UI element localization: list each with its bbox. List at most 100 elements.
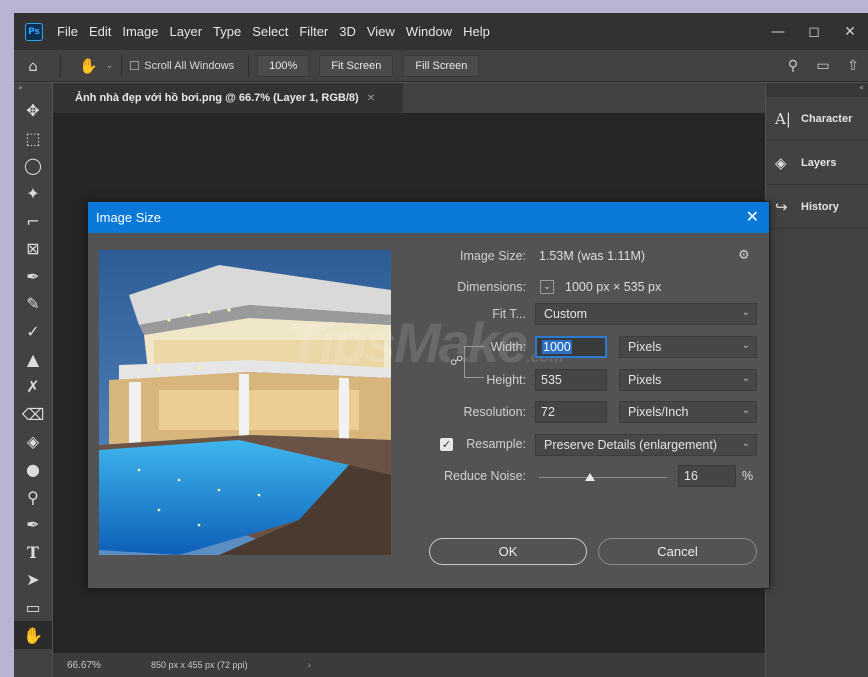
- resample-select[interactable]: Preserve Details (enlargement) ⌄: [535, 434, 757, 456]
- menu-select[interactable]: Select: [252, 24, 288, 39]
- menu-filter[interactable]: Filter: [299, 24, 328, 39]
- dialog-title-bar: Image Size: [88, 202, 769, 233]
- paint-bucket-tool-icon[interactable]: ◈: [14, 428, 52, 456]
- dimensions-unit-dropdown[interactable]: ⌄: [540, 280, 554, 294]
- lasso-tool-icon[interactable]: ◯: [14, 152, 52, 180]
- collapse-panels-icon[interactable]: «: [766, 83, 868, 97]
- fill-screen-button[interactable]: Fill Screen: [403, 54, 480, 77]
- close-window-icon[interactable]: ✕: [832, 13, 868, 50]
- chevron-down-icon: ⌄: [741, 405, 750, 416]
- divider: [60, 54, 61, 77]
- reduce-noise-label: Reduce Noise:: [444, 469, 526, 483]
- toolbox: » ✥ ⬚ ◯ ✦ ⌐ ⊠ ✒ ✎ ✓ ▲ ✗ ⌫ ◈ ● ⚲ ✒ T ➤ ▭ …: [14, 83, 52, 677]
- gear-icon[interactable]: ⚙: [738, 248, 750, 263]
- history-brush-tool-icon[interactable]: ✗: [14, 373, 52, 401]
- panel-character-label: Character: [801, 112, 853, 125]
- panel-history[interactable]: ↪ History: [766, 185, 868, 229]
- zoom-100-button[interactable]: 100%: [257, 54, 310, 77]
- layers-icon: ◈: [775, 154, 787, 172]
- image-preview[interactable]: [99, 250, 391, 555]
- chevron-down-icon: ⌄: [741, 340, 750, 351]
- menu-bar: Ps File Edit Image Layer Type Select Fil…: [14, 13, 868, 50]
- dimensions-label: Dimensions:: [457, 280, 526, 294]
- close-icon[interactable]: ✕: [746, 207, 759, 226]
- resolution-value: 72: [541, 405, 555, 419]
- menu-image[interactable]: Image: [122, 24, 158, 39]
- dodge-tool-icon[interactable]: ⚲: [14, 483, 52, 511]
- resolution-input[interactable]: 72: [535, 401, 607, 423]
- scroll-all-windows-label: Scroll All Windows: [144, 59, 235, 72]
- resolution-unit-value: Pixels/Inch: [628, 405, 689, 419]
- status-chevron-icon[interactable]: ›: [308, 660, 311, 671]
- brush-tool-icon[interactable]: ✓: [14, 318, 52, 346]
- menu-window[interactable]: Window: [406, 24, 452, 39]
- menu-3d[interactable]: 3D: [339, 24, 356, 39]
- hand-tool-icon[interactable]: ✋: [14, 621, 52, 649]
- constrain-proportions-link-icon[interactable]: ☍: [450, 354, 464, 369]
- maximize-icon[interactable]: ◻: [796, 13, 832, 50]
- height-unit-value: Pixels: [628, 373, 662, 387]
- resolution-unit-select[interactable]: Pixels/Inch ⌄: [619, 401, 757, 423]
- width-unit-select[interactable]: Pixels ⌄: [619, 336, 757, 358]
- chevron-down-icon: ⌄: [741, 438, 750, 449]
- menu-type[interactable]: Type: [213, 24, 241, 39]
- photoshop-logo: Ps: [25, 22, 43, 41]
- width-value: 1000: [542, 340, 572, 354]
- tool-preset-chevron-icon[interactable]: ⌄: [106, 61, 114, 71]
- marquee-tool-icon[interactable]: ⬚: [14, 125, 52, 153]
- fit-screen-button[interactable]: Fit Screen: [319, 54, 394, 77]
- panel-layers[interactable]: ◈ Layers: [766, 141, 868, 185]
- collapse-toolbox-icon[interactable]: »: [14, 83, 52, 97]
- reduce-noise-slider[interactable]: [539, 477, 667, 478]
- move-tool-icon[interactable]: ✥: [14, 97, 52, 125]
- clone-stamp-tool-icon[interactable]: ▲: [14, 345, 52, 373]
- document-tab-title: Ảnh nhà đẹp với hồ bơi.png @ 66.7% (Laye…: [75, 92, 359, 104]
- healing-brush-tool-icon[interactable]: ✎: [14, 290, 52, 318]
- fit-to-select[interactable]: Custom ⌄: [535, 303, 757, 325]
- document-tab-bar: Ảnh nhà đẹp với hồ bơi.png @ 66.7% (Laye…: [53, 83, 765, 113]
- house-pool-photo: [99, 250, 391, 555]
- type-tool-icon[interactable]: T: [14, 539, 52, 567]
- workspace-icon[interactable]: ▭: [808, 58, 838, 74]
- menu-view[interactable]: View: [367, 24, 395, 39]
- width-input[interactable]: 1000: [535, 336, 607, 358]
- resample-value: Preserve Details (enlargement): [544, 438, 717, 452]
- blur-tool-icon[interactable]: ●: [14, 456, 52, 484]
- frame-tool-icon[interactable]: ⊠: [14, 235, 52, 263]
- menu-list: File Edit Image Layer Type Select Filter…: [57, 24, 501, 39]
- cancel-button[interactable]: Cancel: [598, 538, 757, 565]
- chevron-down-icon: ⌄: [741, 373, 750, 384]
- history-icon: ↪: [775, 198, 788, 216]
- share-icon[interactable]: ⇧: [838, 58, 868, 74]
- home-icon[interactable]: ⌂: [14, 57, 52, 75]
- crop-tool-icon[interactable]: ⌐: [14, 207, 52, 235]
- menu-file[interactable]: File: [57, 24, 78, 39]
- menu-help[interactable]: Help: [463, 24, 490, 39]
- reduce-noise-slider-thumb[interactable]: [585, 473, 595, 481]
- reduce-noise-input[interactable]: 16: [678, 465, 736, 487]
- scroll-all-windows-checkbox[interactable]: [130, 61, 140, 70]
- chevron-down-icon: ⌄: [741, 307, 750, 318]
- magic-wand-tool-icon[interactable]: ✦: [14, 180, 52, 208]
- menu-edit[interactable]: Edit: [89, 24, 111, 39]
- fit-to-label: Fit T...: [492, 307, 526, 321]
- eyedropper-tool-icon[interactable]: ✒: [14, 263, 52, 291]
- rectangle-tool-icon[interactable]: ▭: [14, 594, 52, 622]
- document-tab[interactable]: Ảnh nhà đẹp với hồ bơi.png @ 66.7% (Laye…: [53, 83, 403, 113]
- path-selection-tool-icon[interactable]: ➤: [14, 566, 52, 594]
- height-value: 535: [541, 373, 562, 387]
- width-unit-value: Pixels: [628, 340, 662, 354]
- height-input[interactable]: 535: [535, 369, 607, 391]
- ok-button[interactable]: OK: [429, 538, 587, 565]
- resample-checkbox[interactable]: ✓: [440, 438, 453, 451]
- height-unit-select[interactable]: Pixels ⌄: [619, 369, 757, 391]
- menu-layer[interactable]: Layer: [170, 24, 203, 39]
- eraser-tool-icon[interactable]: ⌫: [14, 401, 52, 429]
- pen-tool-icon[interactable]: ✒: [14, 511, 52, 539]
- minimize-icon[interactable]: —: [760, 13, 796, 50]
- close-tab-icon[interactable]: ✕: [367, 93, 375, 104]
- status-zoom[interactable]: 66.67%: [53, 660, 111, 671]
- panel-character[interactable]: A| Character: [766, 97, 868, 141]
- search-icon[interactable]: ⚲: [778, 58, 808, 74]
- hand-tool-icon[interactable]: ✋: [79, 57, 98, 75]
